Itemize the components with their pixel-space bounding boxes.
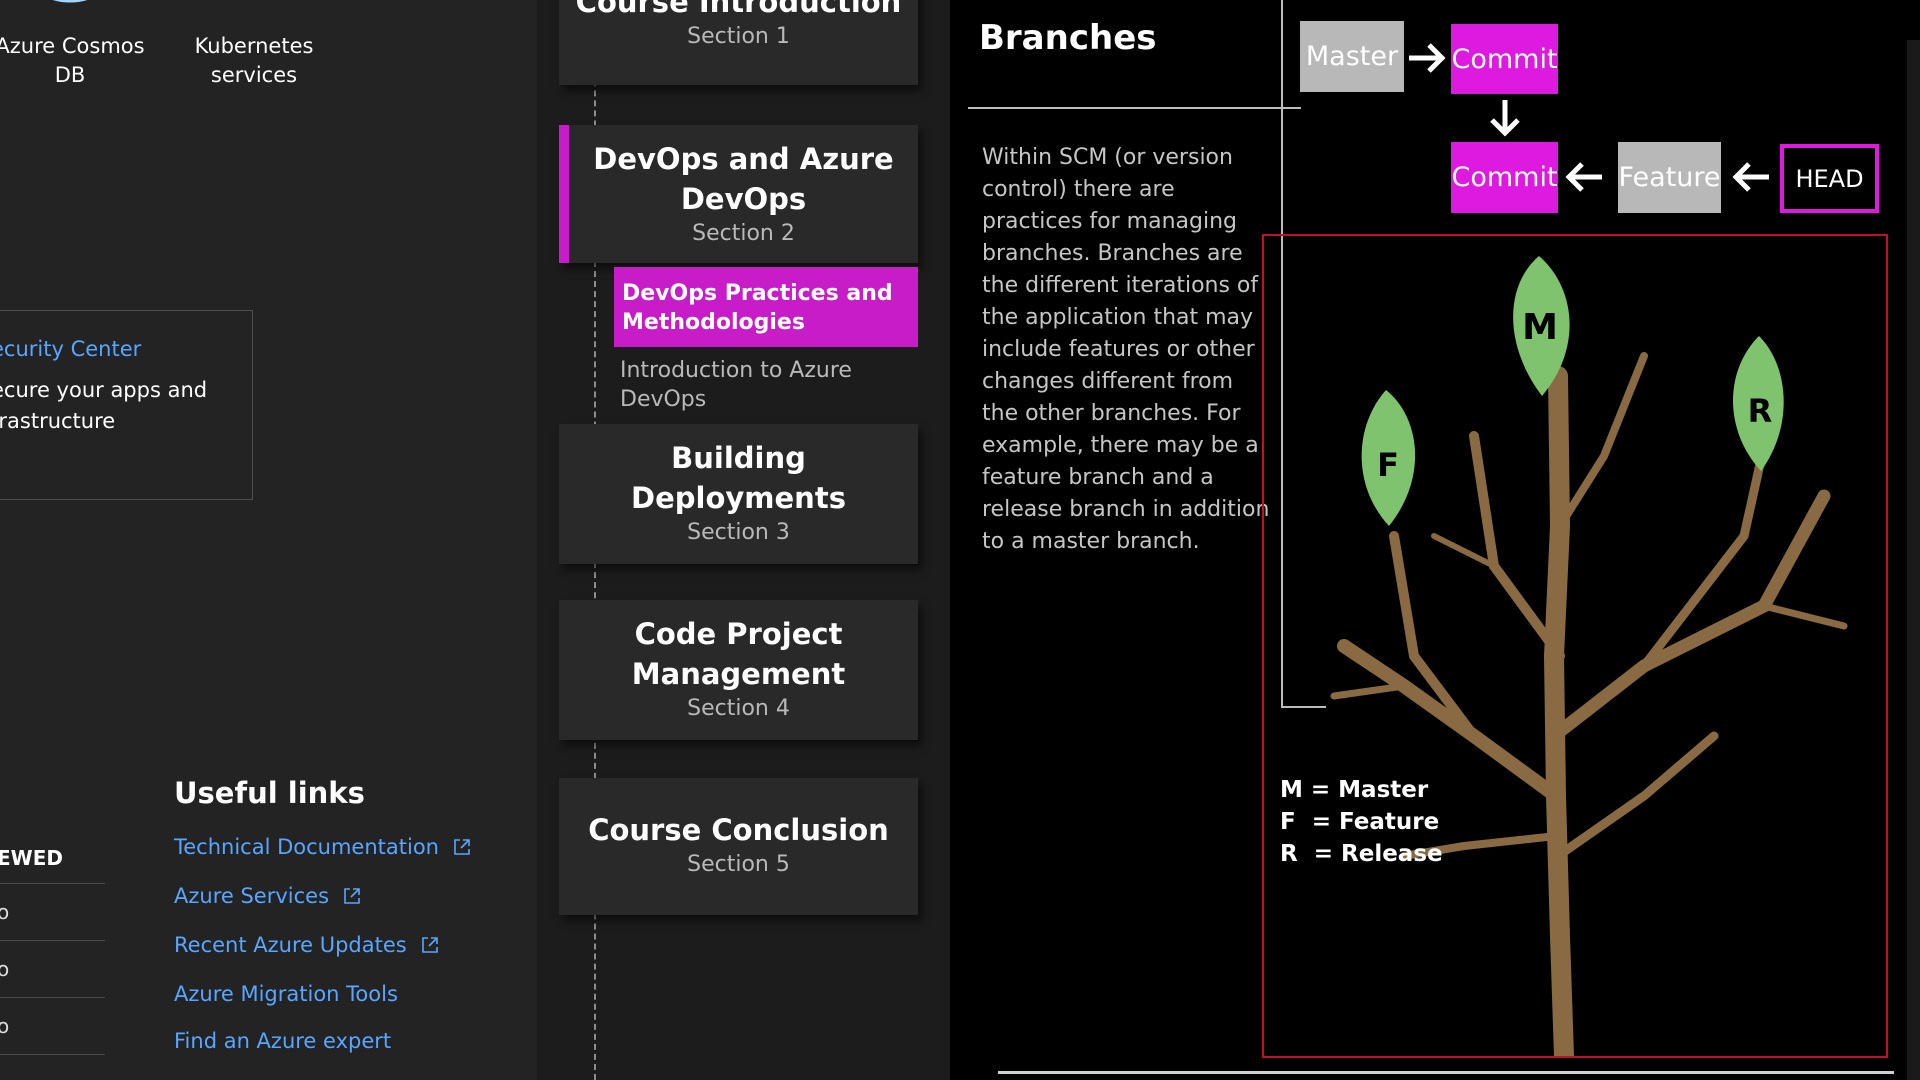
lesson-item-active[interactable]: DevOps Practices and Methodologies — [614, 267, 918, 347]
section-card-3[interactable]: Building Deployments Section 3 — [559, 424, 918, 564]
list-item[interactable]: o — [0, 998, 105, 1055]
azure-portal-pane: Azure Cosmos DB Kubernetes services ecur… — [0, 0, 537, 1080]
external-link-icon — [454, 838, 470, 855]
section-title: Building Deployments — [631, 441, 846, 515]
external-link-icon — [421, 936, 438, 953]
link-label: Azure Services — [174, 883, 330, 908]
diagram-head-box: HEAD — [1780, 144, 1879, 213]
section-title: DevOps and Azure DevOps — [593, 142, 894, 216]
list-item[interactable]: o — [0, 941, 105, 998]
diagram-master-box: Master — [1300, 21, 1404, 92]
section-title: Code Project Management — [631, 617, 846, 691]
useful-links-title: Useful links — [174, 776, 365, 810]
tile-label: Azure Cosmos DB — [0, 34, 145, 87]
security-center-link[interactable]: ecurity Center — [0, 337, 141, 361]
tree-illustration-frame: M F R — [1262, 234, 1888, 1058]
tile-kubernetes-services[interactable]: Kubernetes services — [164, 0, 344, 90]
video-progress-bar[interactable] — [998, 1071, 1894, 1074]
link-find-azure-expert[interactable]: Find an Azure expert — [174, 1018, 471, 1063]
tile-azure-cosmos-db[interactable]: Azure Cosmos DB — [0, 0, 160, 90]
security-center-card[interactable]: ecurity Center ecure your apps and frast… — [0, 310, 253, 500]
section-title: Course Introduction — [575, 0, 902, 19]
section-card-4[interactable]: Code Project Management Section 4 — [559, 600, 918, 740]
security-center-description: ecure your apps and frastructure — [0, 378, 208, 433]
link-label: Technical Documentation — [174, 834, 439, 859]
useful-links-section: Useful links Technical Documentation Azu… — [174, 776, 471, 1063]
course-outline-pane: Course Introduction Section 1 DevOps and… — [537, 0, 950, 1080]
section-card-2[interactable]: DevOps and Azure DevOps Section 2 — [559, 125, 918, 263]
section-card-5[interactable]: Course Conclusion Section 5 — [559, 778, 918, 915]
kubernetes-icon — [224, 0, 284, 12]
link-label: Find an Azure expert — [174, 1028, 392, 1053]
leaf-label-r: R — [1748, 392, 1773, 430]
section-number: Section 3 — [687, 520, 790, 545]
leaf-label-f: F — [1377, 446, 1399, 484]
diagram-commit-box: Commit — [1451, 142, 1558, 213]
section-number: Section 2 — [692, 221, 795, 246]
diagram-commit-box: Commit — [1451, 24, 1558, 94]
diagram-feature-box: Feature — [1618, 142, 1721, 213]
lesson-item[interactable]: Introduction to Azure DevOps — [620, 356, 910, 414]
link-label: Recent Azure Updates — [174, 932, 407, 957]
link-azure-services[interactable]: Azure Services — [174, 871, 471, 920]
arrow-right-icon — [1409, 43, 1446, 73]
link-recent-azure-updates[interactable]: Recent Azure Updates — [174, 920, 471, 969]
list-item[interactable]: o — [0, 884, 105, 941]
branch-tree-illustration: M F R — [1330, 256, 1848, 1056]
tree-legend: M = Master F = Feature R = Release — [1280, 777, 1443, 867]
arrow-left-icon — [1732, 162, 1769, 192]
section-number: Section 4 — [687, 696, 790, 721]
recently-viewed-list: EWED o o o — [0, 846, 105, 1055]
recently-viewed-heading: EWED — [0, 846, 105, 884]
arrow-left-icon — [1565, 162, 1602, 192]
link-azure-migration-tools[interactable]: Azure Migration Tools — [174, 969, 471, 1018]
scrollbar-track[interactable] — [1907, 40, 1920, 1080]
external-link-icon — [344, 887, 360, 904]
link-label: Azure Migration Tools — [174, 981, 398, 1006]
link-technical-documentation[interactable]: Technical Documentation — [174, 822, 471, 871]
leaf-label-m: M — [1522, 307, 1558, 348]
section-number: Section 5 — [687, 852, 790, 877]
tree-leaves — [1361, 256, 1784, 526]
slide-title: Branches — [979, 18, 1157, 58]
arrow-down-icon — [1490, 100, 1520, 137]
section-number: Section 1 — [687, 24, 790, 49]
tile-label: Kubernetes services — [194, 34, 314, 87]
cosmos-db-icon — [52, 0, 88, 3]
slide-body-text: Within SCM (or version control) there ar… — [982, 145, 1270, 554]
section-title: Course Conclusion — [588, 813, 889, 847]
section-card-1[interactable]: Course Introduction Section 1 — [559, 0, 918, 85]
video-slide[interactable]: Branches Within SCM (or version control)… — [950, 0, 1920, 1080]
title-divider — [968, 107, 1301, 109]
